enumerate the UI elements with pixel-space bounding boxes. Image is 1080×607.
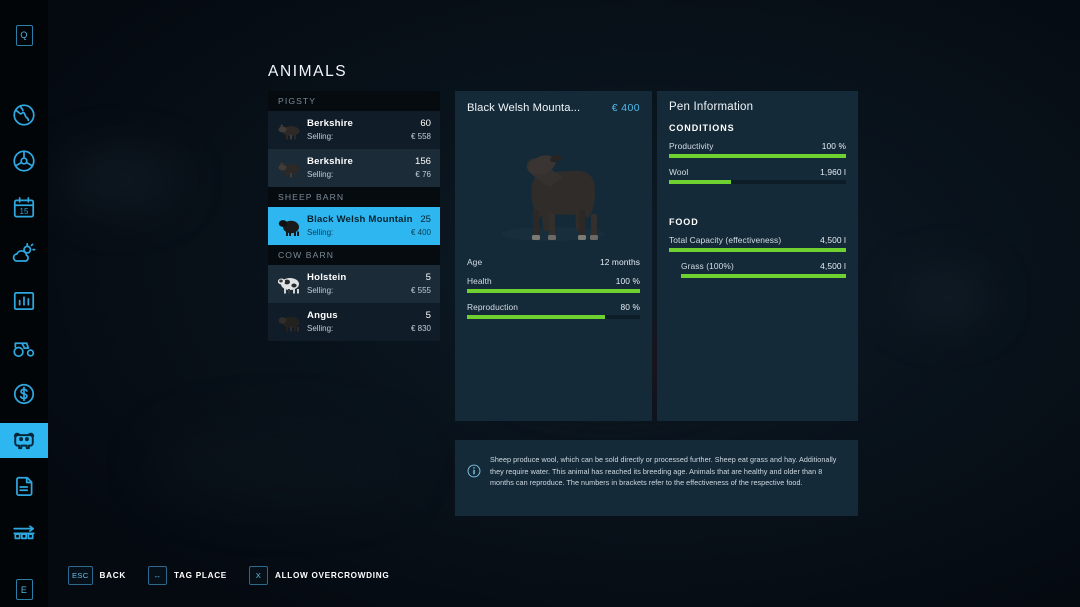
animal-selling-label: Selling: (307, 131, 334, 141)
detail-stat-list: Age 12 months Health 100 % Reproduction 80 % (455, 251, 652, 319)
stat-row: Wool 1,960 l (669, 167, 846, 184)
animal-selling-price: € 76 (415, 169, 431, 179)
hint-keycap: ↔ (147, 566, 167, 585)
animal-count: 5 (425, 309, 431, 321)
stat-label: Grass (100%) (681, 261, 734, 271)
animal-selling-label: Selling: (307, 169, 334, 179)
detail-header: Black Welsh Mounta... € 400 (455, 91, 652, 114)
pen-food-list: Total Capacity (effectiveness) 4,500 l Gra… (657, 235, 858, 278)
stat-progress-bar (669, 154, 846, 158)
stat-value: 100 % (615, 276, 640, 286)
animal-selling-label: Selling: (307, 227, 334, 237)
animal-selling-price: € 558 (410, 131, 431, 141)
animal-row-text: Berkshire 156 Selling: € 76 (307, 155, 431, 179)
stat-value: 12 months (599, 257, 640, 267)
animal-count: 60 (420, 117, 431, 129)
animal-count: 5 (425, 271, 431, 283)
animal-list: PIGSTY Berkshire 60 Selling: € 558 Berkshir… (268, 91, 440, 341)
hint-label: BACK (99, 571, 126, 580)
detail-animal-price: € 400 (611, 102, 640, 114)
info-circle-icon (467, 464, 481, 489)
detail-animal-name: Black Welsh Mounta... (467, 102, 581, 114)
animal-row-text: Angus 5 Selling: € 830 (307, 309, 431, 333)
animal-group-header: SHEEP BARN (268, 187, 440, 207)
stat-progress-bar (467, 289, 640, 293)
game-screen: Q 15 E ANIMALS PIGSTY Berkshire 60 Selli… (0, 0, 1080, 607)
pig-icon (276, 156, 302, 180)
pen-conditions-list: Productivity 100 % Wool 1,960 l (657, 141, 858, 184)
stat-row: Productivity 100 % (669, 141, 846, 158)
info-description-text: Sheep produce wool, which can be sold di… (490, 455, 837, 488)
food-section-label: FOOD (669, 217, 699, 227)
stat-progress-bar (681, 274, 846, 278)
animal-group-header: COW BARN (268, 245, 440, 265)
page-title: ANIMALS (268, 63, 348, 80)
stat-row: Reproduction 80 % (467, 302, 640, 319)
pen-information-panel: Pen Information CONDITIONS Productivity 1… (657, 91, 858, 421)
stat-value: 80 % (620, 302, 640, 312)
animal-row-text: Berkshire 60 Selling: € 558 (307, 117, 431, 141)
animal-name: Berkshire (307, 155, 354, 167)
stat-label: Age (467, 257, 483, 267)
stat-row: Health 100 % (467, 276, 640, 293)
animal-selling-price: € 555 (410, 285, 431, 295)
animal-list-row[interactable]: Angus 5 Selling: € 830 (268, 303, 440, 341)
stat-progress-bar (669, 180, 846, 184)
hint-label: ALLOW OVERCROWDING (274, 571, 390, 580)
stat-value: 4,500 l (820, 235, 846, 245)
animal-list-row[interactable]: Berkshire 156 Selling: € 76 (268, 149, 440, 187)
hint-keycap: X (248, 566, 268, 585)
stat-value: 4,500 l (820, 261, 846, 271)
info-panel: Sheep produce wool, which can be sold di… (455, 440, 858, 516)
hint-item[interactable]: ↔ TAG PLACE (147, 566, 227, 585)
bottom-hint-bar: ESC BACK ↔ TAG PLACE X ALLOW OVERCROWDING (68, 566, 389, 585)
stat-progress-bar (669, 248, 846, 252)
animal-count: 25 (420, 213, 431, 225)
animal-list-row[interactable]: Black Welsh Mountain 25 Selling: € 400 (268, 207, 440, 245)
stat-label: Total Capacity (effectiveness) (669, 235, 782, 245)
animal-name: Black Welsh Mountain (307, 213, 413, 225)
animal-group-header: PIGSTY (268, 91, 440, 111)
animal-selling-price: € 400 (410, 227, 431, 237)
animal-selling-price: € 830 (410, 323, 431, 333)
animal-detail-panel: Black Welsh Mounta... € 400 Age 12 month… (455, 91, 652, 421)
stat-row: Age 12 months (467, 257, 640, 267)
stat-value: 100 % (821, 141, 846, 151)
animal-count: 156 (414, 155, 431, 167)
sheep-icon (276, 214, 302, 238)
hint-item[interactable]: ESC BACK (68, 566, 126, 585)
main-content: ANIMALS PIGSTY Berkshire 60 Selling: € 558 … (0, 0, 1080, 607)
animal-row-text: Holstein 5 Selling: € 555 (307, 271, 431, 295)
animal-name: Berkshire (307, 117, 354, 129)
stat-label: Reproduction (467, 302, 519, 312)
hint-label: TAG PLACE (173, 571, 227, 580)
stat-value: 1,960 l (820, 167, 846, 177)
stat-row: Grass (100%) 4,500 l (669, 261, 846, 278)
hint-item[interactable]: X ALLOW OVERCROWDING (248, 566, 390, 585)
animal-list-row[interactable]: Berkshire 60 Selling: € 558 (268, 111, 440, 149)
animal-selling-label: Selling: (307, 323, 334, 333)
conditions-section-label: CONDITIONS (669, 123, 735, 133)
pen-panel-title: Pen Information (669, 101, 754, 113)
hint-keycap: ESC (68, 566, 93, 585)
stat-row: Total Capacity (effectiveness) 4,500 l (669, 235, 846, 252)
sheep-render-icon (501, 154, 605, 241)
stat-progress-bar (467, 315, 640, 319)
animal-selling-label: Selling: (307, 285, 334, 295)
animal-list-row[interactable]: Holstein 5 Selling: € 555 (268, 265, 440, 303)
animal-name: Holstein (307, 271, 347, 283)
stat-label: Health (467, 276, 492, 286)
cow-black-icon (276, 310, 302, 334)
cow-spotted-icon (276, 272, 302, 296)
animal-name: Angus (307, 309, 338, 321)
animal-3d-preview (455, 118, 652, 251)
stat-label: Productivity (669, 141, 714, 151)
animal-row-text: Black Welsh Mountain 25 Selling: € 400 (307, 213, 431, 237)
stat-label: Wool (669, 167, 689, 177)
pig-icon (276, 118, 302, 142)
